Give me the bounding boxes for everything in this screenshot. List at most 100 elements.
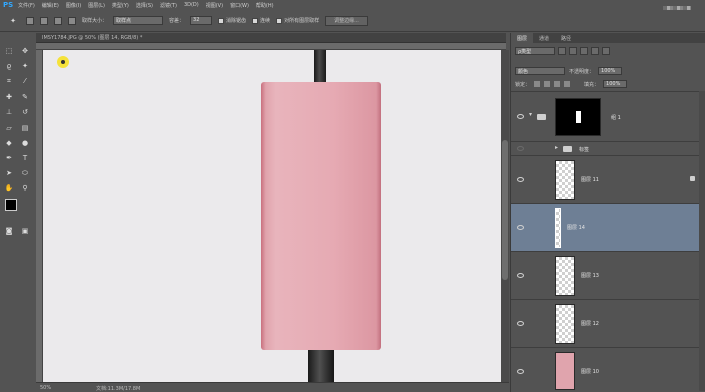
menu-help[interactable]: 帮助(H)	[256, 2, 274, 9]
lock-transparent-icon[interactable]	[534, 81, 541, 87]
checkbox-icon	[218, 17, 225, 24]
layer-name: 图层 10	[581, 369, 599, 375]
intersect-selection-icon[interactable]	[68, 16, 76, 25]
lock-pixels-icon[interactable]	[544, 81, 551, 87]
menu-type[interactable]: 类型(Y)	[112, 2, 129, 9]
eyedropper-tool-icon[interactable]: ⁄	[20, 77, 30, 85]
status-bar: 50% 文档:11.3M/17.8M	[36, 382, 509, 392]
expand-arrow-icon[interactable]: ▾	[529, 111, 532, 118]
move-tool-icon[interactable]: ✥	[20, 47, 30, 55]
layers-scrollbar[interactable]	[699, 91, 705, 391]
crop-tool-icon[interactable]: ⌗	[4, 77, 14, 85]
tab-layers[interactable]: 图层	[511, 33, 534, 43]
filter-shape-icon[interactable]	[591, 47, 599, 55]
contiguous-label: 连续	[260, 18, 271, 24]
expand-arrow-icon[interactable]: ▸	[555, 144, 558, 151]
eraser-tool-icon[interactable]: ▱	[4, 124, 14, 132]
antialias-checkbox[interactable]: 消除锯齿	[218, 17, 246, 24]
layer-row-14[interactable]: 图层 14	[511, 203, 705, 251]
layer-row-11[interactable]: 图层 11	[511, 155, 705, 203]
lock-position-icon[interactable]	[554, 81, 561, 87]
group-mask-thumbnail	[555, 98, 601, 136]
filter-type-select[interactable]: ρ类型	[515, 47, 555, 55]
quick-mask-icon[interactable]: ◙	[4, 227, 14, 235]
screen-mode-icon[interactable]: ▣	[20, 227, 30, 235]
marquee-tool-icon[interactable]: ⬚	[4, 47, 14, 55]
scrollbar-thumb[interactable]	[502, 140, 508, 280]
filter-pixel-icon[interactable]	[558, 47, 566, 55]
lasso-tool-icon[interactable]: ϱ	[4, 62, 14, 70]
gradient-tool-icon[interactable]: ▤	[20, 124, 30, 132]
canvas[interactable]	[43, 50, 501, 382]
subtract-selection-icon[interactable]	[54, 16, 62, 25]
eye-icon[interactable]	[517, 177, 524, 182]
menu-filter[interactable]: 滤镜(T)	[160, 2, 177, 9]
tolerance-label: 容差：	[169, 18, 185, 24]
layer-row-12[interactable]: 图层 12	[511, 299, 705, 347]
menu-3d[interactable]: 3D(D)	[184, 2, 199, 9]
layer-thumbnail	[555, 256, 575, 296]
lock-row: 锁定： 填充： 100%	[515, 79, 703, 89]
eye-icon[interactable]	[517, 321, 524, 326]
mask-shape	[576, 111, 581, 123]
tab-paths[interactable]: 路径	[555, 33, 577, 43]
menu-window[interactable]: 窗口(W)	[230, 2, 249, 9]
sample-size-select[interactable]: 取样点	[113, 16, 164, 25]
fill-input[interactable]: 100%	[603, 80, 628, 88]
brush-tool-icon[interactable]: ✎	[20, 93, 30, 101]
menu-view[interactable]: 视图(V)	[206, 2, 223, 9]
eye-hidden-icon[interactable]	[517, 146, 524, 151]
shape-tool-icon[interactable]: ⬭	[20, 169, 30, 177]
healing-brush-icon[interactable]: ✚	[4, 93, 14, 101]
contiguous-checkbox[interactable]: 连续	[252, 17, 270, 24]
layer-name: 图层 12	[581, 321, 599, 327]
lock-all-icon[interactable]	[564, 81, 571, 87]
path-select-icon[interactable]: ➤	[4, 169, 14, 177]
menu-items: 文件(F) 编辑(E) 图像(I) 图层(L) 类型(Y) 选择(S) 滤镜(T…	[18, 2, 274, 9]
ps-logo: PS	[3, 1, 14, 9]
foreground-color-swatch[interactable]	[5, 199, 17, 211]
tolerance-input[interactable]: 32	[190, 16, 213, 25]
eye-icon[interactable]	[517, 273, 524, 278]
refine-edge-button[interactable]: 调整边缘...	[325, 15, 368, 26]
eye-icon[interactable]	[517, 225, 524, 230]
filter-adjust-icon[interactable]	[569, 47, 577, 55]
magic-wand-tool-icon[interactable]: ✦	[6, 17, 20, 25]
menu-select[interactable]: 选择(S)	[136, 2, 153, 9]
fill-label: 填充：	[584, 81, 600, 88]
filter-type-icon[interactable]	[580, 47, 588, 55]
layer-row-group-label[interactable]: ▸ 标签	[511, 141, 705, 155]
stamp-tool-icon[interactable]: ⊥	[4, 108, 14, 116]
pen-tool-icon[interactable]: ✒	[4, 154, 14, 162]
tab-channels[interactable]: 通道	[533, 33, 555, 43]
layer-row-13[interactable]: 图层 13	[511, 251, 705, 299]
zoom-tool-icon[interactable]: ⚲	[20, 184, 30, 192]
eye-icon[interactable]	[517, 369, 524, 374]
menu-layer[interactable]: 图层(L)	[88, 2, 105, 9]
menu-file[interactable]: 文件(F)	[18, 2, 35, 9]
eye-icon[interactable]	[517, 114, 524, 119]
new-selection-icon[interactable]	[26, 16, 34, 25]
history-brush-icon[interactable]: ↺	[20, 108, 30, 116]
blur-tool-icon[interactable]: ◆	[4, 139, 14, 147]
menu-image[interactable]: 图像(I)	[66, 2, 81, 9]
add-selection-icon[interactable]	[40, 16, 48, 25]
zoom-readout[interactable]: 50%	[40, 385, 51, 391]
type-tool-icon[interactable]: T	[20, 154, 30, 162]
layer-row-10[interactable]: 图层 10	[511, 347, 705, 392]
blend-mode-select[interactable]: 颜色	[515, 67, 565, 75]
layer-row-group-1[interactable]: ▾ 组 1	[511, 91, 705, 141]
filter-smart-icon[interactable]	[602, 47, 610, 55]
menu-edit[interactable]: 编辑(E)	[42, 2, 59, 9]
document-tab[interactable]: IMSY1784.JPG @ 50% (图层 14, RGB/8) *	[36, 33, 506, 43]
magic-wand-icon[interactable]: ✦	[20, 62, 30, 70]
opacity-input[interactable]: 100%	[598, 67, 623, 75]
layers-panel: 图层 通道 路径 ρ类型 颜色 不透明度： 100% 锁定： 填充： 100% …	[510, 33, 705, 392]
tools-panel: ⬚ ✥ ϱ ✦ ⌗ ⁄ ✚ ✎ ⊥ ↺ ▱ ▤ ◆ ● ✒ T ➤ ⬭ ✋ ⚲ …	[0, 44, 36, 244]
hand-tool-icon[interactable]: ✋	[4, 184, 14, 192]
panel-tabs: 图层 通道 路径	[511, 33, 705, 43]
sample-all-checkbox[interactable]: 对所有图层取样	[276, 17, 319, 24]
canvas-scrollbar[interactable]	[501, 50, 509, 382]
folder-icon	[563, 146, 572, 152]
dodge-tool-icon[interactable]: ●	[20, 139, 30, 147]
